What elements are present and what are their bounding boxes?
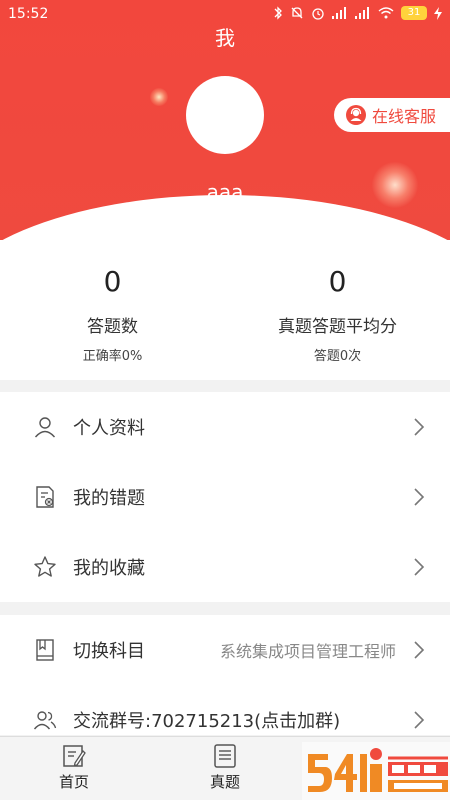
error-book-icon [36,486,54,508]
signal-icon [332,7,346,19]
menu-item-label: 个人资料 [73,418,145,439]
status-icons: 31 [273,6,442,20]
tab-real-exam[interactable]: 真题 [195,743,255,792]
tab-label: 真题 [209,773,240,791]
menu-item-label: 切换科目 [73,641,145,662]
username: aaa [206,180,244,204]
chevron-right-icon [414,711,425,729]
light-glow [150,88,168,106]
star-icon [34,556,56,577]
menu-item-profile[interactable]: 个人资料 [0,392,450,462]
profile-header: 15:52 31 我 aaa 在线客服 [0,0,450,240]
current-subject: 系统集成项目管理工程师 [219,642,396,661]
chevron-right-icon [414,558,425,576]
home-edit-icon [63,745,86,767]
stat-value: 0 [103,265,122,298]
watermark-logo [302,742,450,800]
stat-answered: 0 答题数 正确率0% [0,264,225,364]
menu-item-wrong-questions[interactable]: 我的错题 [0,462,450,532]
chevron-right-icon [414,641,425,659]
chevron-right-icon [414,418,425,436]
menu-item-label: 我的错题 [73,488,145,509]
alarm-icon [312,8,324,20]
menu-primary: 个人资料 我的错题 我的收藏 [0,392,450,602]
group-icon [33,711,57,730]
wifi-icon [378,7,394,19]
menu-item-label: 交流群号:702715213(点击加群) [73,711,341,732]
charging-icon [434,6,442,20]
book-icon [36,639,54,661]
user-icon [34,417,56,438]
signal-icon [355,7,369,19]
stat-sub: 答题0次 [313,349,362,364]
stat-sub: 正确率0% [82,349,143,364]
stat-average-score: 0 真题答题平均分 答题0次 [225,264,450,364]
menu-item-label: 我的收藏 [73,558,145,579]
online-service-button[interactable]: 在线客服 [334,98,450,132]
stat-value: 0 [328,265,347,298]
avatar[interactable] [186,76,264,154]
menu-item-switch-subject[interactable]: 切换科目 系统集成项目管理工程师 [0,615,450,685]
online-service-label: 在线客服 [372,107,437,126]
bluetooth-icon [274,6,282,20]
status-time: 15:52 [8,6,49,22]
stat-label: 真题答题平均分 [278,317,397,337]
mute-bell-icon [291,7,303,19]
paper-icon [214,744,236,768]
tab-label: 首页 [58,773,89,791]
menu-secondary: 切换科目 系统集成项目管理工程师 交流群号:702715213(点击加群) [0,615,450,735]
chevron-right-icon [414,488,425,506]
stat-label: 答题数 [87,317,138,337]
menu-item-favorites[interactable]: 我的收藏 [0,532,450,602]
customer-service-icon [346,105,366,125]
stats-panel: 0 答题数 正确率0% 0 真题答题平均分 答题0次 [0,240,450,380]
battery-indicator: 31 [401,6,427,20]
page-title: 我 [215,26,235,50]
tab-home[interactable]: 首页 [44,743,104,792]
